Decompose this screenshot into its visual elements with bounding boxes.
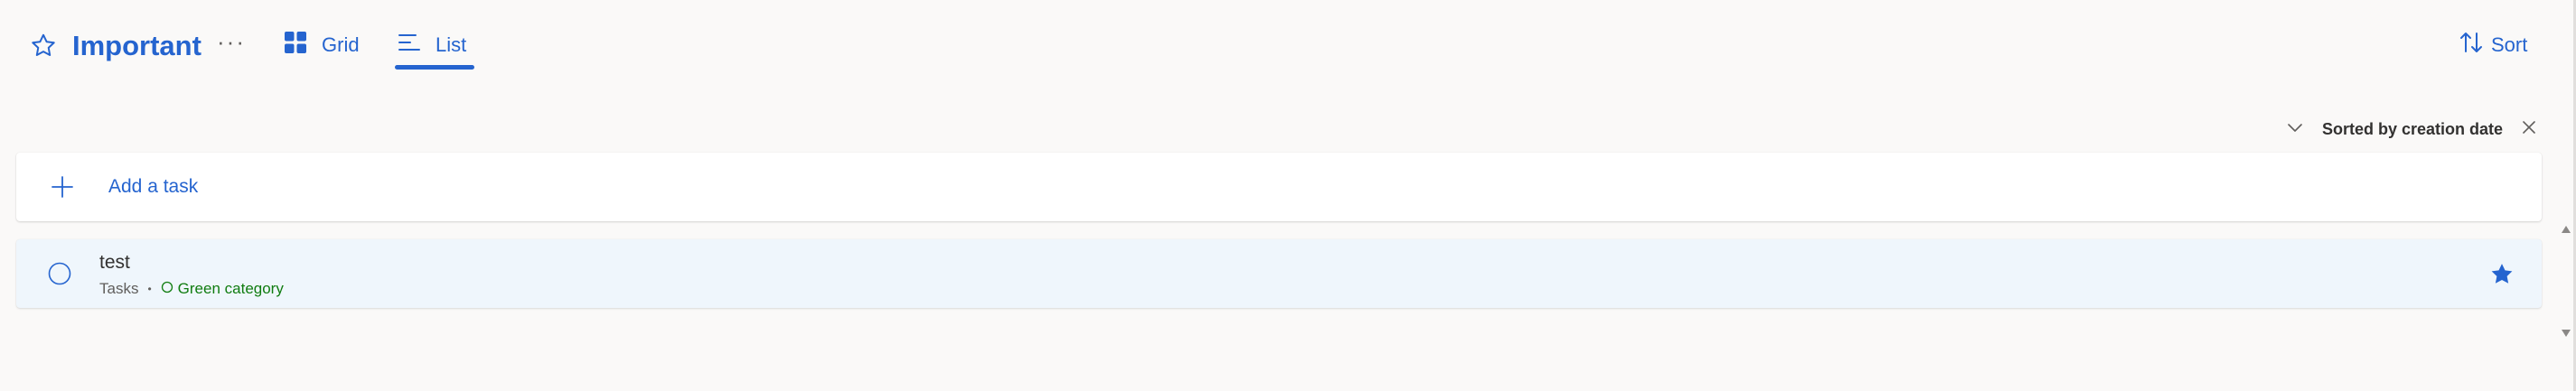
task-meta: Tasks • Green category — [99, 280, 284, 298]
star-filled-icon[interactable] — [2488, 261, 2515, 288]
sort-indicator: Sorted by creation date — [2286, 116, 2537, 143]
more-options-button[interactable]: ··· — [215, 25, 248, 58]
sort-button[interactable]: Sort — [2459, 27, 2527, 63]
scroll-up-arrow-icon[interactable] — [2562, 226, 2571, 233]
task-title: test — [99, 252, 130, 273]
task-category-label: Green category — [177, 280, 284, 297]
view-list-label: List — [436, 33, 467, 56]
chevron-down-icon[interactable] — [2286, 118, 2304, 141]
selected-view-indicator — [395, 65, 474, 70]
close-icon[interactable] — [2521, 119, 2537, 140]
category-circle-icon — [161, 280, 173, 298]
plus-icon — [49, 173, 76, 200]
grid-icon — [284, 31, 307, 60]
add-task-input[interactable]: Add a task — [16, 153, 2542, 221]
star-outline-icon — [27, 30, 60, 62]
view-grid-button[interactable]: Grid — [284, 27, 360, 63]
add-task-placeholder: Add a task — [108, 176, 199, 197]
task-category: Green category — [161, 280, 284, 298]
sort-indicator-label: Sorted by creation date — [2322, 119, 2504, 138]
view-list-button[interactable]: List — [398, 27, 466, 63]
list-icon — [398, 31, 421, 60]
sort-label: Sort — [2491, 33, 2528, 56]
scroll-down-arrow-icon[interactable] — [2562, 330, 2571, 337]
meta-separator: • — [147, 283, 152, 295]
task-list-name: Tasks — [99, 280, 139, 297]
sort-arrows-icon — [2459, 30, 2484, 61]
view-grid-label: Grid — [322, 33, 360, 56]
task-row[interactable]: test Tasks • Green category — [16, 239, 2542, 308]
page-title-area: Important — [27, 27, 201, 65]
page-title[interactable]: Important — [72, 30, 201, 62]
complete-task-checkbox[interactable] — [47, 261, 72, 286]
